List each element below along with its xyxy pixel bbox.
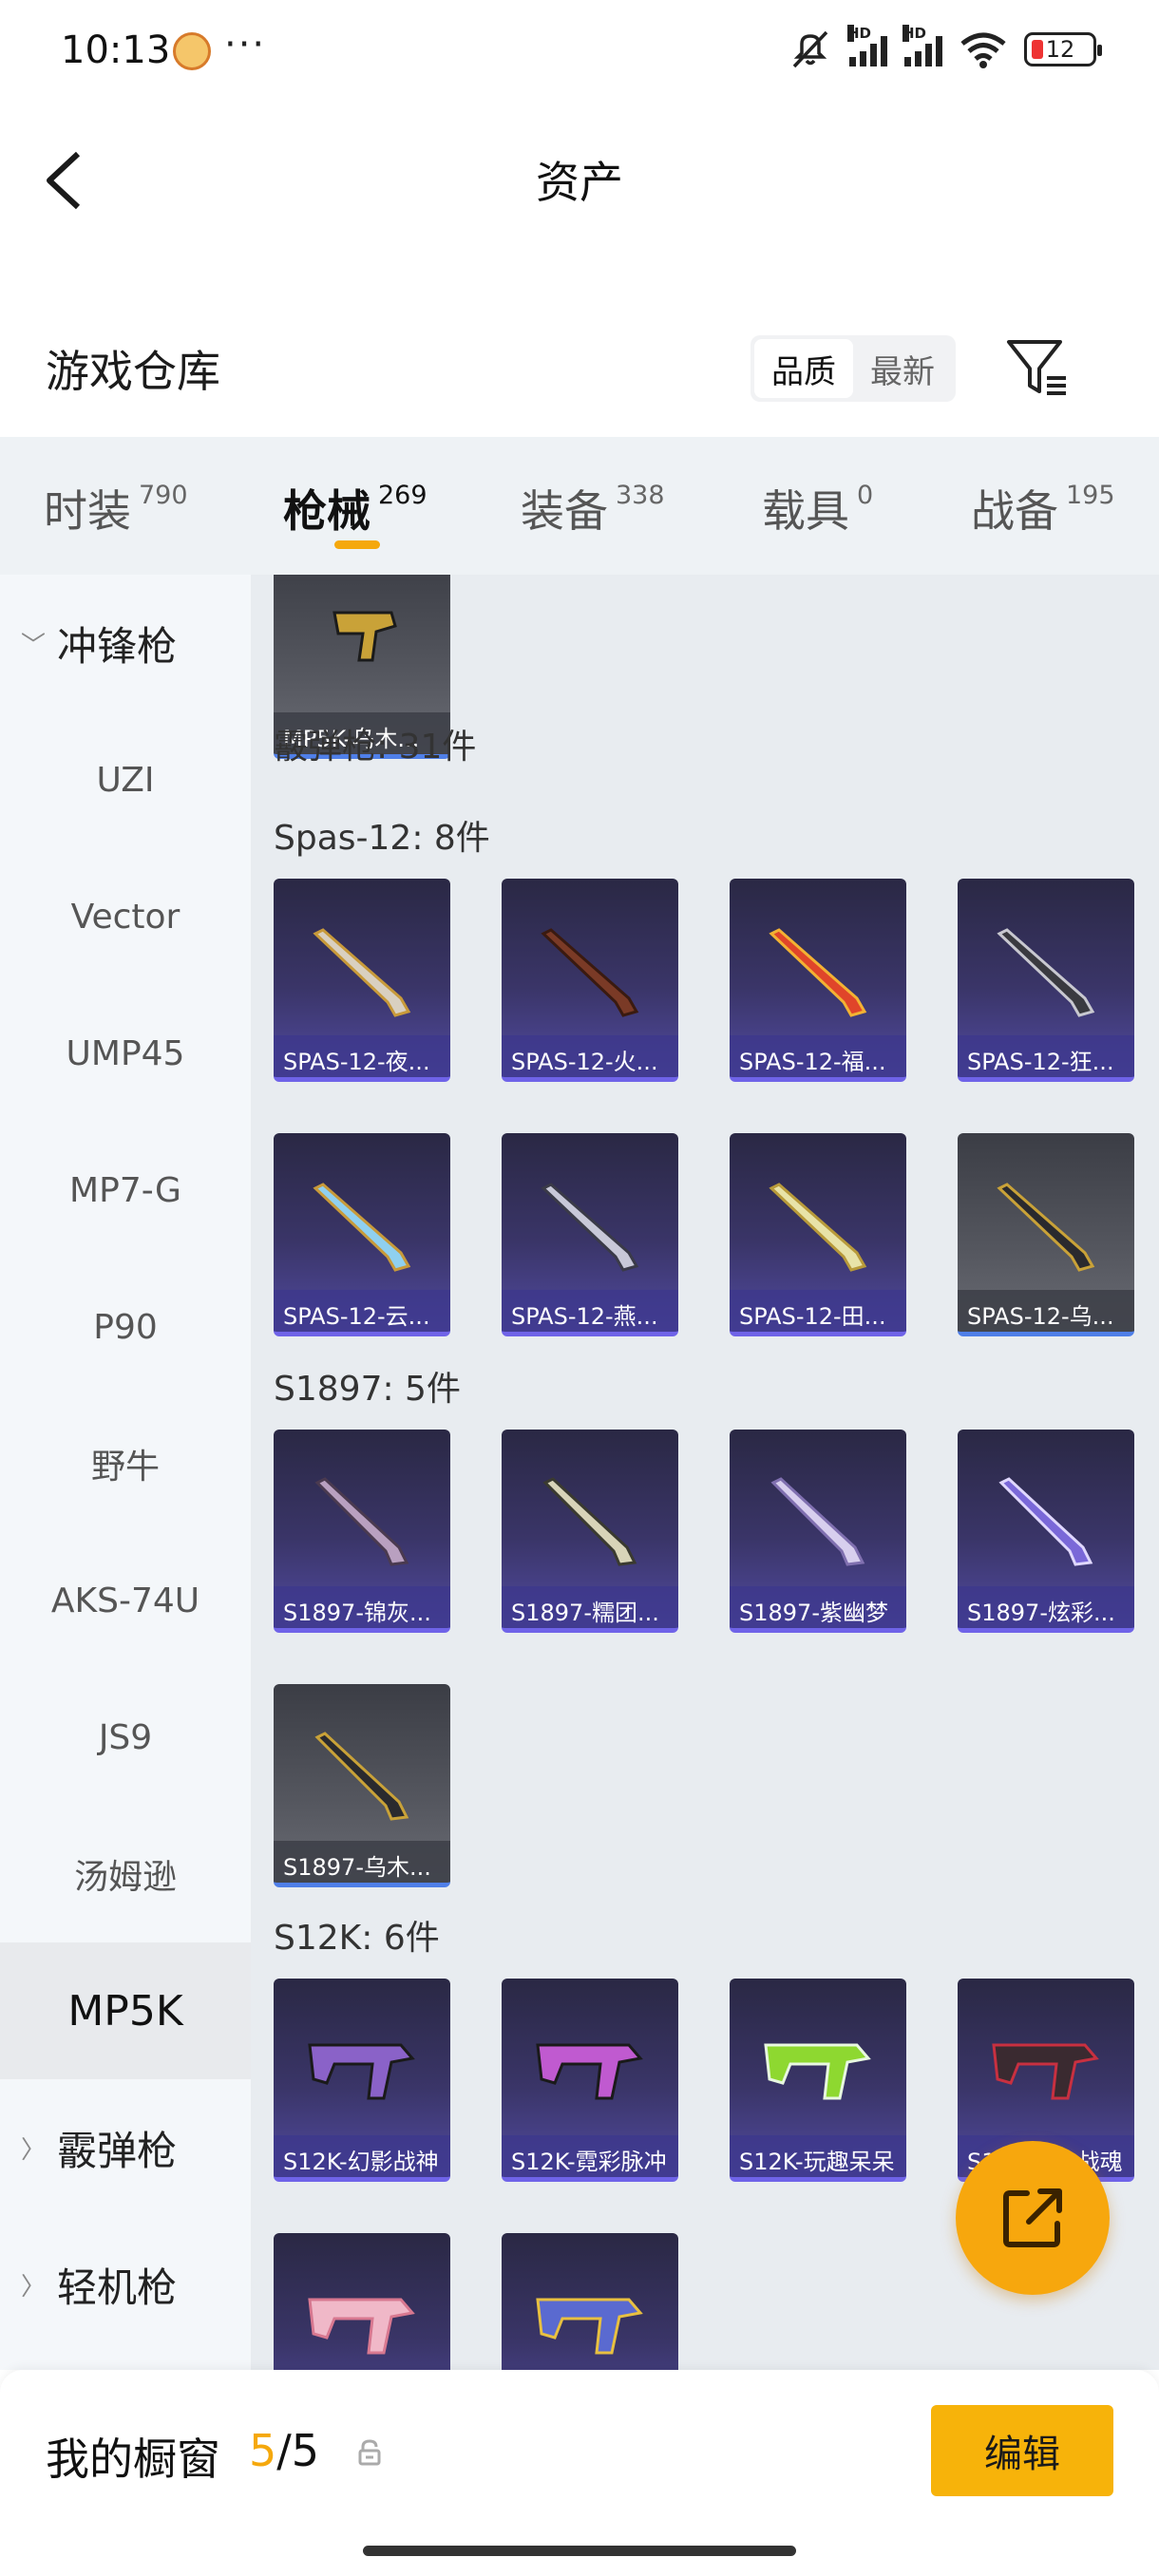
weapon-card[interactable] xyxy=(502,2233,678,2370)
chevron-right-icon: 〉 xyxy=(21,2135,47,2165)
weapon-card[interactable]: SPAS-12-田... xyxy=(730,1133,906,1336)
weapon-card[interactable]: SPAS-12-乌... xyxy=(958,1133,1134,1336)
rifle-icon xyxy=(992,2043,1099,2100)
weapon-card[interactable]: SPAS-12-燕... xyxy=(502,1133,678,1336)
weapon-card[interactable]: SPAS-12-狂... xyxy=(958,879,1134,1082)
more-notifications-icon: ··· xyxy=(224,23,267,66)
shotgun-icon xyxy=(770,1477,865,1566)
chevron-down-icon: ﹀ xyxy=(21,631,47,660)
signal-icon: HD xyxy=(902,25,942,66)
shotgun-icon xyxy=(314,1732,409,1821)
shotgun-icon xyxy=(997,1183,1095,1272)
battery-icon: 12 xyxy=(1024,32,1102,66)
sidebar-item-p90[interactable]: P90 xyxy=(0,1259,251,1395)
weapon-card[interactable]: S1897-炫彩... xyxy=(958,1430,1134,1633)
app-notification-icon xyxy=(173,32,211,70)
showcase-label: 我的橱窗 xyxy=(46,2434,220,2485)
weapon-card[interactable]: S12K-玩趣呆呆 xyxy=(730,1979,906,2182)
sidebar-item-js9[interactable]: JS9 xyxy=(0,1669,251,1806)
wifi-icon xyxy=(960,32,1006,68)
shotgun-icon xyxy=(541,928,639,1017)
smg-icon xyxy=(332,611,397,662)
rifle-icon xyxy=(764,2043,871,2100)
rifle-icon xyxy=(308,2043,415,2100)
shotgun-icon xyxy=(769,928,867,1017)
sidebar-item-vector[interactable]: Vector xyxy=(0,848,251,985)
battery-level: 12 xyxy=(1045,36,1075,63)
chevron-right-icon: 〉 xyxy=(21,2272,47,2301)
weapon-card[interactable]: S1897-乌木... xyxy=(274,1684,450,1887)
category-count-label: 霰弹枪: 31件 xyxy=(274,728,477,767)
shotgun-icon xyxy=(769,1183,867,1272)
group-label-spas12: Spas-12: 8件 xyxy=(274,819,490,858)
tab-equipment[interactable]: 装备 338 xyxy=(521,477,665,540)
weapon-card[interactable]: SPAS-12-福... xyxy=(730,879,906,1082)
weapon-card[interactable]: S1897-糯团... xyxy=(502,1430,678,1633)
shotgun-icon xyxy=(541,1183,639,1272)
sidebar-item-uzi[interactable]: UZI xyxy=(0,711,251,848)
sort-quality-button[interactable]: 品质 xyxy=(754,339,853,398)
shotgun-icon xyxy=(542,1477,637,1566)
category-tabs: 时装 790 枪械 269 装备 338 载具 0 战备 195 xyxy=(0,437,1159,575)
weapon-type-sidebar: ﹀ 冲锋枪 UZI Vector UMP45 MP7-G P90 野牛 AKS-… xyxy=(0,575,251,2370)
showcase-count: 5/5 xyxy=(249,2425,320,2476)
shotgun-icon xyxy=(314,1477,409,1566)
tab-firearms[interactable]: 枪械 269 xyxy=(283,477,428,540)
filter-icon[interactable] xyxy=(1005,336,1072,399)
shotgun-icon xyxy=(997,928,1095,1017)
weapon-card[interactable] xyxy=(274,2233,450,2370)
tab-fashion[interactable]: 时装 790 xyxy=(44,477,188,540)
group-label-s1897: S1897: 5件 xyxy=(274,1370,461,1409)
rifle-icon xyxy=(308,2298,415,2355)
sidebar-item-bizon[interactable]: 野牛 xyxy=(0,1395,251,1532)
sidebar-group-lmg[interactable]: 〉 轻机枪 xyxy=(0,2216,251,2353)
active-tab-indicator xyxy=(334,540,380,549)
lock-icon xyxy=(358,2439,381,2466)
shotgun-icon xyxy=(313,1183,411,1272)
weapon-card[interactable]: S1897-锦灰... xyxy=(274,1430,450,1633)
weapon-card[interactable]: SPAS-12-云... xyxy=(274,1133,450,1336)
home-indicator[interactable] xyxy=(363,2546,796,2556)
tab-supplies[interactable]: 战备 195 xyxy=(971,477,1115,540)
group-label-s12k: S12K: 6件 xyxy=(274,1919,440,1958)
shotgun-icon xyxy=(313,928,411,1017)
edit-button[interactable]: 编辑 xyxy=(931,2405,1113,2496)
share-icon xyxy=(1003,2188,1062,2247)
sidebar-item-mp7g[interactable]: MP7-G xyxy=(0,1122,251,1259)
shotgun-icon xyxy=(998,1477,1093,1566)
sidebar-item-aks74u[interactable]: AKS-74U xyxy=(0,1532,251,1669)
share-button[interactable] xyxy=(956,2141,1110,2295)
signal-icon: HD xyxy=(847,25,887,66)
sort-newest-button[interactable]: 最新 xyxy=(853,339,952,398)
page-title: 资产 xyxy=(536,157,623,208)
sidebar-item-thompson[interactable]: 汤姆逊 xyxy=(0,1806,251,1942)
tab-vehicles[interactable]: 载具 0 xyxy=(762,477,873,540)
rifle-icon xyxy=(536,2298,643,2355)
rifle-icon xyxy=(536,2043,643,2100)
status-time: 10:13 xyxy=(61,28,171,72)
status-bar: 10:13 ··· HD HD 12 xyxy=(0,0,1159,104)
sort-toggle: 品质 最新 xyxy=(750,335,956,402)
weapon-card[interactable]: S12K-霓彩脉冲 xyxy=(502,1979,678,2182)
weapon-grid: MP5K-乌木... 霰弹枪: 31件 Spas-12: 8件 SPAS-12-… xyxy=(251,575,1159,2370)
sidebar-group-smg[interactable]: ﹀ 冲锋枪 xyxy=(0,575,251,711)
mute-icon xyxy=(792,30,828,68)
sidebar-item-ump45[interactable]: UMP45 xyxy=(0,985,251,1122)
weapon-card[interactable]: SPAS-12-夜... xyxy=(274,879,450,1082)
sidebar-group-shotgun[interactable]: 〉 霰弹枪 xyxy=(0,2079,251,2216)
weapon-card[interactable]: SPAS-12-火... xyxy=(502,879,678,1082)
section-title: 游戏仓库 xyxy=(46,346,220,397)
weapon-card[interactable]: S12K-幻影战神 xyxy=(274,1979,450,2182)
sidebar-item-mp5k[interactable]: MP5K xyxy=(0,1942,251,2079)
weapon-card[interactable]: S1897-紫幽梦 xyxy=(730,1430,906,1633)
